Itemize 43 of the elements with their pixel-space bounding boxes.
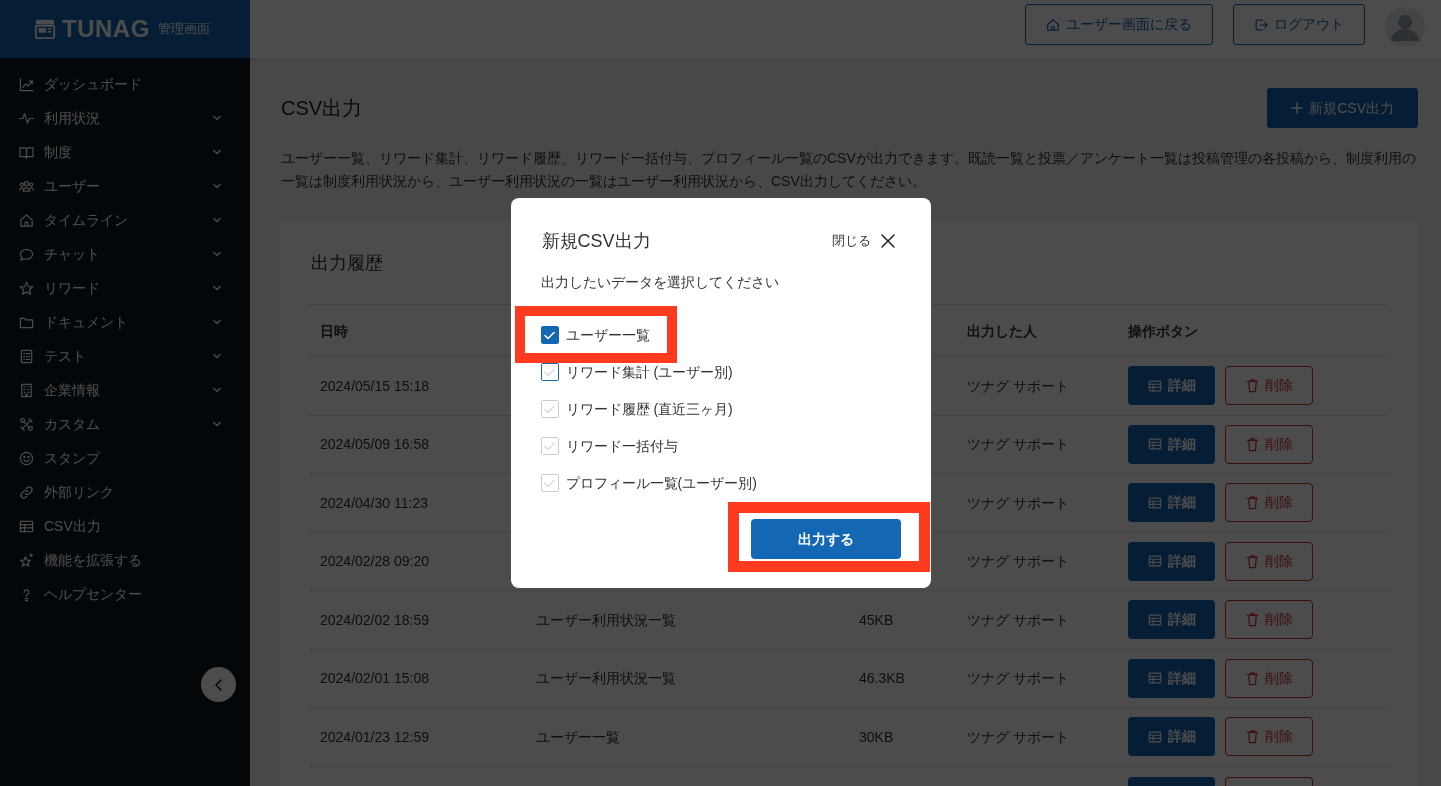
table-cell: 2024/02/28 09:20 — [320, 553, 429, 570]
column-header: 出力した人 — [967, 322, 1037, 339]
table-cell: 46.3KB — [859, 670, 905, 687]
checkbox[interactable] — [541, 401, 558, 417]
table-cell: ツナグ サポート — [967, 670, 1069, 687]
check-icon — [544, 330, 555, 340]
table-cell: ツナグ サポート — [967, 377, 1069, 394]
check-icon — [544, 367, 555, 377]
export-button[interactable]: 出力する — [750, 519, 901, 559]
column-header: 操作ボタン — [1128, 322, 1198, 339]
table-cell: 2024/02/02 18:59 — [320, 611, 429, 628]
table-cell: 30KB — [859, 728, 894, 745]
check-icon — [544, 478, 555, 488]
column-header: 日時 — [320, 322, 348, 339]
checkbox[interactable] — [541, 327, 558, 343]
table-cell: 2024/01/23 12:59 — [320, 728, 429, 745]
close-button[interactable]: 閉じる — [831, 231, 895, 251]
table-cell: 2024/05/09 16:58 — [320, 436, 429, 453]
check-icon — [544, 441, 555, 451]
table-cell: 45KB — [859, 611, 894, 628]
checkbox-option[interactable]: ユーザー一覧 — [540, 326, 650, 344]
checkbox-option[interactable]: リワード集計 (ユーザー別) — [540, 363, 733, 381]
check-icon — [544, 404, 555, 414]
table-cell: ツナグ サポート — [967, 436, 1069, 453]
logo-wordmark: TUNAG — [62, 15, 150, 43]
checkbox-option[interactable]: プロフィール一覧(ユーザー別) — [540, 474, 757, 492]
checkbox[interactable] — [541, 364, 558, 380]
checkbox[interactable] — [541, 438, 558, 454]
checkbox[interactable] — [541, 475, 558, 491]
close-icon — [880, 234, 895, 248]
dialog-title: 新規CSV出力 — [541, 230, 651, 252]
card-title: 出力履歴 — [311, 252, 383, 274]
checkbox-option[interactable]: リワード一括付与 — [540, 437, 678, 455]
page-title: CSV出力 — [281, 96, 363, 120]
dialog-prompt: 出力したいデータを選択してください — [540, 273, 779, 291]
table-cell: 2024/02/01 15:08 — [320, 670, 429, 687]
table-cell: ツナグ サポート — [967, 553, 1069, 570]
table-cell: ツナグ サポート — [967, 494, 1069, 511]
table-cell: ツナグ サポート — [967, 611, 1069, 628]
table-cell: ツナグ サポート — [967, 728, 1069, 745]
checkbox-option[interactable]: リワード履歴 (直近三ヶ月) — [540, 400, 733, 418]
table-cell: 2024/04/30 11:23 — [320, 494, 428, 511]
table-cell: 2024/05/15 15:18 — [320, 377, 429, 394]
